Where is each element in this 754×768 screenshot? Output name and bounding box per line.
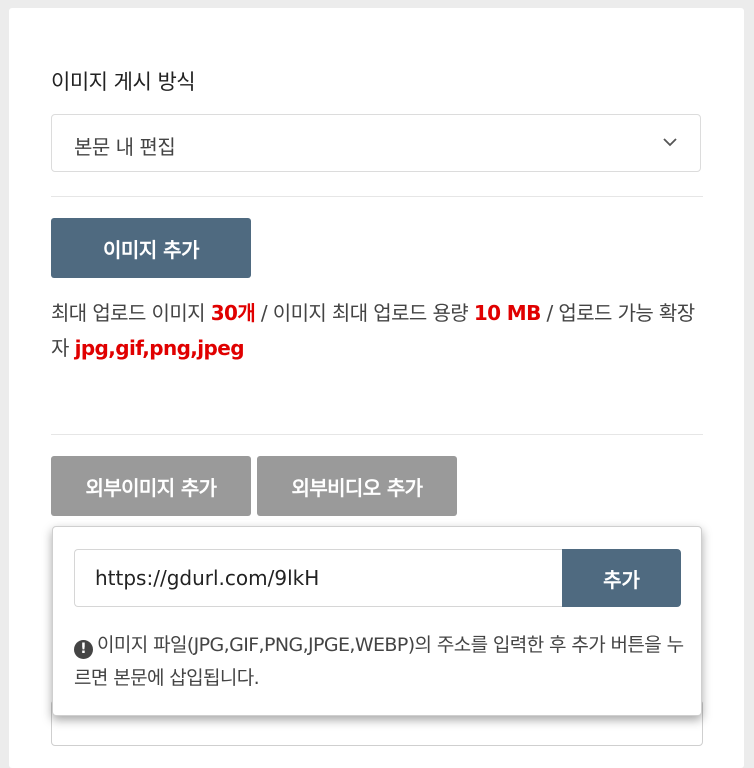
help-text-container: ! 이미지 파일(JPG,GIF,PNG,JPGE,WEBP)의 주소를 입력한 … — [74, 629, 684, 695]
help-text: 이미지 파일(JPG,GIF,PNG,JPGE,WEBP)의 주소를 입력한 후… — [74, 634, 684, 689]
exclamation-circle-icon: ! — [74, 640, 93, 659]
divider — [51, 434, 703, 435]
chevron-down-icon — [663, 138, 677, 147]
divider — [51, 196, 703, 197]
max-upload-size: 10 MB — [473, 301, 542, 325]
upload-info-prefix: 최대 업로드 이미지 — [51, 301, 211, 325]
allowed-extensions: jpg,gif,png,jpeg — [74, 336, 245, 360]
tab-external-image[interactable]: 외부이미지 추가 — [51, 456, 251, 516]
display-mode-select[interactable]: 본문 내 편집 — [51, 114, 701, 172]
tab-external-video[interactable]: 외부비디오 추가 — [257, 456, 457, 516]
add-url-button[interactable]: 추가 — [562, 549, 681, 607]
upload-info-mid: / 이미지 최대 업로드 용량 — [255, 301, 474, 325]
section-title: 이미지 게시 방식 — [51, 70, 196, 94]
external-image-popup: 추가 !이미지 파일(JPG,GIF,PNG,JPGE,WEBP)의 주소를 입… — [52, 526, 702, 716]
display-mode-value: 본문 내 편집 — [74, 135, 176, 159]
add-image-button[interactable]: 이미지 추가 — [51, 218, 251, 278]
image-url-input[interactable] — [74, 549, 562, 607]
upload-info: 최대 업로드 이미지 30개 / 이미지 최대 업로드 용량 10 MB / 업… — [51, 296, 711, 366]
max-image-count: 30개 — [210, 301, 256, 325]
